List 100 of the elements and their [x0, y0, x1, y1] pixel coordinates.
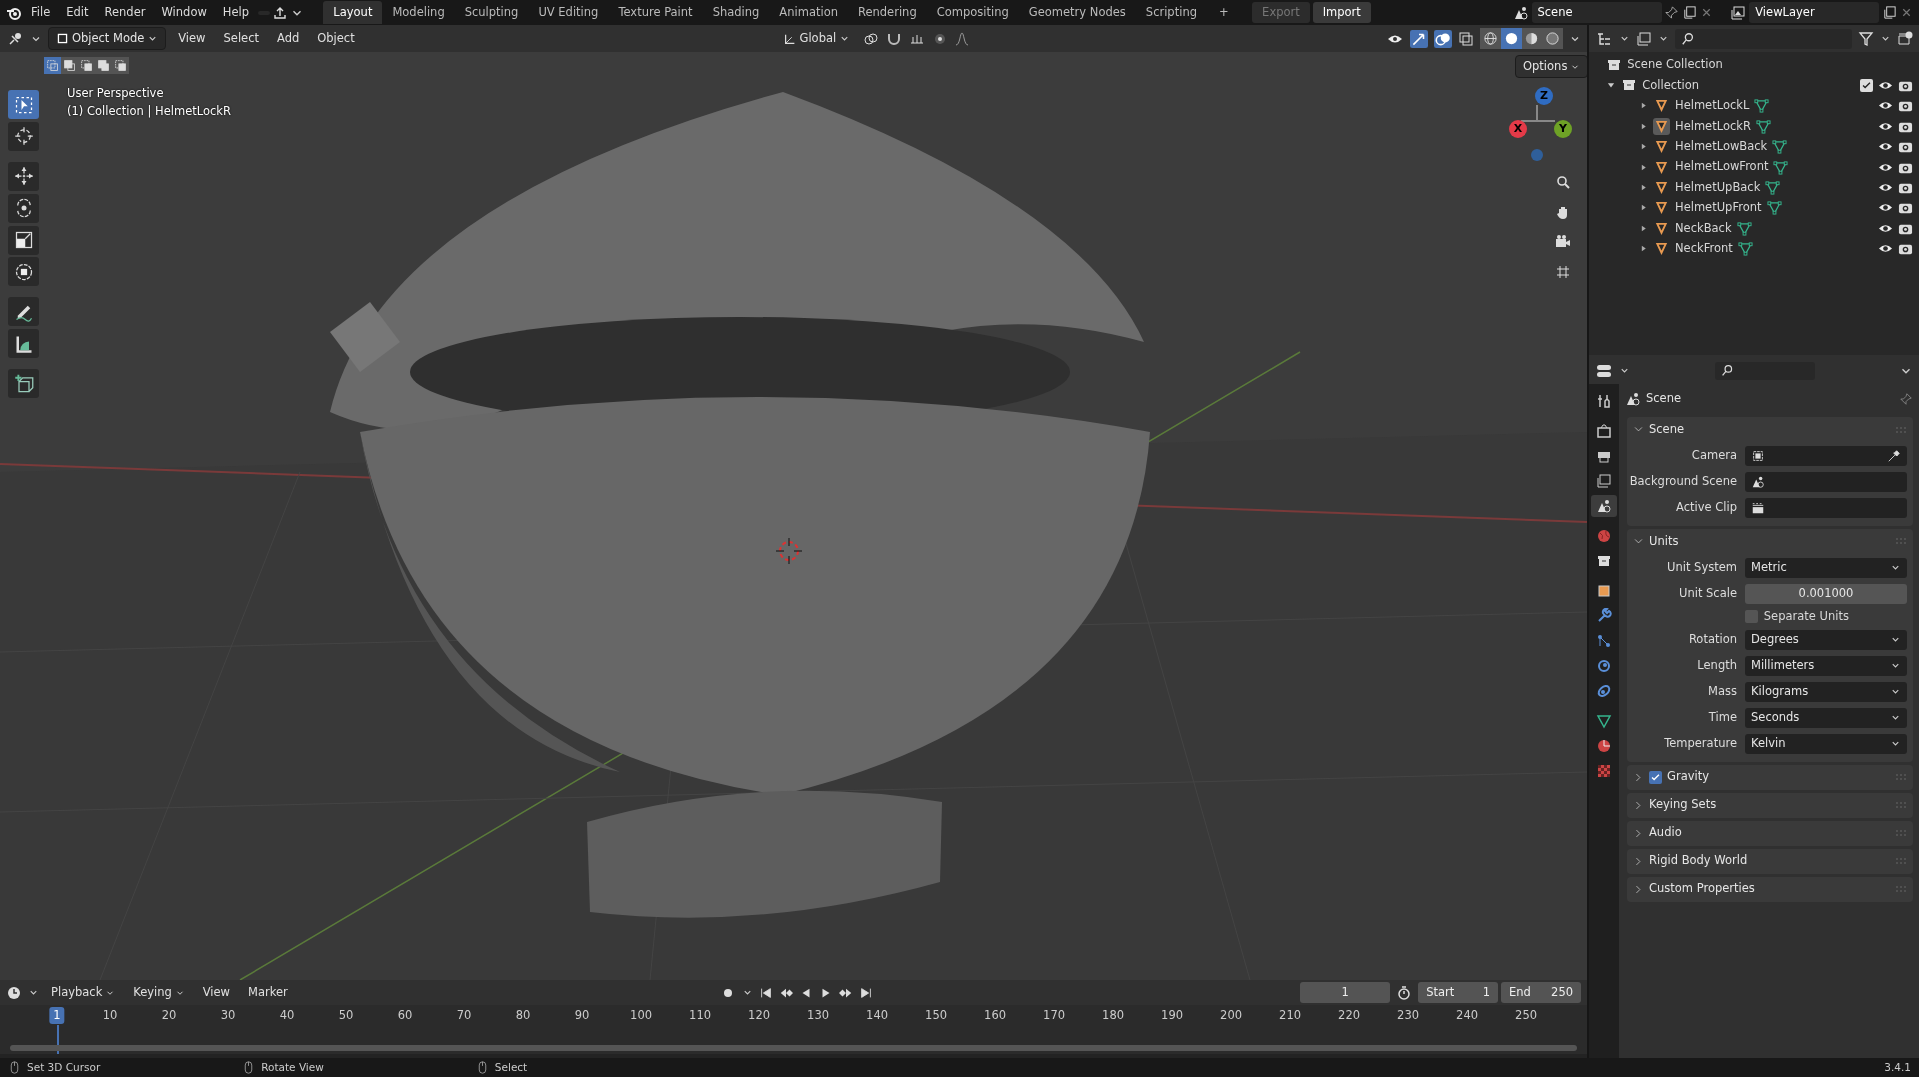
mesh-data-icon[interactable]	[1737, 241, 1753, 257]
falloff-curve-icon[interactable]	[954, 30, 971, 47]
menu-item[interactable]: File	[24, 1, 58, 24]
menu-item[interactable]: Window	[154, 1, 214, 24]
workspace-tab[interactable]: Compositing	[926, 0, 1019, 25]
menu-item[interactable]: Edit	[59, 1, 96, 24]
frame-number[interactable]: 1	[49, 1007, 65, 1025]
panel-header[interactable]: Scene	[1627, 417, 1913, 442]
current-frame-field[interactable]: 1	[1300, 981, 1391, 1004]
dropdown[interactable]: Kelvin	[1745, 733, 1907, 754]
menu-item[interactable]: View	[196, 981, 236, 1004]
checkbox[interactable]	[1860, 78, 1873, 92]
outliner-item[interactable]: HelmetLockL	[1675, 97, 1750, 115]
select-mode-button[interactable]	[44, 57, 61, 74]
jump-end-icon[interactable]	[859, 985, 874, 1000]
outliner-icon[interactable]	[1595, 30, 1613, 47]
search-field[interactable]	[1675, 28, 1852, 49]
outliner-item[interactable]: Scene Collection	[1627, 56, 1723, 74]
tool-button[interactable]	[8, 193, 39, 223]
tool-button[interactable]	[8, 369, 39, 398]
outliner-item[interactable]: HelmetLowFront	[1675, 158, 1769, 176]
select-mode-button[interactable]	[61, 57, 78, 74]
scene-icon[interactable]	[1512, 4, 1529, 21]
panel-header[interactable]: Rigid Body World	[1627, 848, 1913, 874]
file-action-button[interactable]: Import	[1312, 1, 1371, 24]
properties-tab[interactable]	[1591, 495, 1617, 517]
menu-item[interactable]: View	[172, 27, 212, 50]
select-mode-button[interactable]	[78, 57, 95, 74]
checkbox[interactable]	[1649, 770, 1662, 784]
copy-icon[interactable]	[1882, 5, 1898, 20]
orientation-dropdown[interactable]: Global	[776, 27, 857, 50]
workspace-tab[interactable]: Animation	[769, 0, 848, 25]
object-field[interactable]	[1745, 497, 1907, 518]
dropdown[interactable]: Kilograms	[1745, 681, 1907, 702]
menu-item[interactable]: Help	[215, 1, 257, 24]
mesh-data-icon[interactable]	[1773, 159, 1789, 175]
shading-button[interactable]	[1521, 28, 1543, 49]
workspace-tab[interactable]: Rendering	[848, 0, 927, 25]
new-collection-icon[interactable]	[1897, 30, 1913, 47]
scrollbar[interactable]	[10, 1045, 1577, 1051]
tool-button[interactable]	[8, 297, 39, 327]
select-mode-button[interactable]	[95, 57, 112, 74]
outliner-item[interactable]: HelmetLowBack	[1675, 138, 1768, 156]
tool-button[interactable]	[8, 329, 39, 359]
checkbox[interactable]	[1745, 610, 1758, 624]
xray-icon[interactable]	[1458, 30, 1474, 47]
scene-field[interactable]: Scene	[1531, 1, 1662, 24]
shading-button[interactable]	[1542, 28, 1563, 49]
object-field[interactable]	[1745, 445, 1907, 466]
frame-range-field[interactable]: Start 1	[1418, 981, 1499, 1004]
mode-dropdown[interactable]: Object Mode	[48, 26, 167, 51]
tool-button[interactable]	[8, 225, 39, 255]
close-icon[interactable]	[1900, 6, 1913, 19]
workspace-tab[interactable]: Scripting	[1135, 0, 1207, 25]
outliner-item[interactable]: HelmetUpBack	[1675, 178, 1761, 197]
dropdown[interactable]: Seconds	[1745, 707, 1907, 728]
pin-icon[interactable]	[1664, 5, 1680, 20]
number-field[interactable]: 0.001000	[1745, 583, 1907, 604]
dropdown[interactable]: Degrees	[1745, 629, 1907, 650]
clock-icon[interactable]	[6, 984, 22, 1001]
jump-start-icon[interactable]	[759, 985, 774, 1000]
search-field[interactable]	[1714, 361, 1815, 380]
mesh-data-icon[interactable]	[1736, 220, 1752, 236]
frame-range-field[interactable]: End 250	[1501, 981, 1581, 1004]
tool-button[interactable]	[8, 161, 39, 191]
workspace-tab[interactable]: Sculpting	[454, 0, 529, 25]
stopwatch-icon[interactable]	[1396, 984, 1413, 1001]
filter-funnel-icon[interactable]	[1858, 30, 1874, 47]
menu-item[interactable]: Keying	[127, 981, 191, 1004]
dropdown[interactable]: Metric	[1745, 557, 1907, 578]
overlay-circles-icon[interactable]	[1434, 29, 1452, 48]
pivot-icon[interactable]	[862, 30, 881, 47]
tool-button[interactable]	[8, 257, 39, 287]
select-mode-button[interactable]	[112, 57, 129, 74]
mesh-data-icon[interactable]	[1766, 200, 1782, 216]
menu-item[interactable]: Render	[97, 1, 153, 24]
expand-arrow-icon[interactable]	[1639, 244, 1648, 254]
workspace-tab[interactable]: Geometry Nodes	[1018, 0, 1136, 25]
add-workspace-button[interactable]: +	[1208, 0, 1239, 25]
mesh-data-icon[interactable]	[1755, 118, 1771, 134]
image-stack-icon[interactable]	[1730, 4, 1747, 21]
copy-icon[interactable]	[1682, 5, 1698, 20]
menu-item[interactable]: Object	[311, 27, 361, 50]
shading-button[interactable]	[1480, 28, 1501, 49]
outliner-item[interactable]: NeckFront	[1675, 239, 1733, 258]
workspace-tab[interactable]: Modeling	[382, 0, 455, 25]
outliner-item[interactable]: Collection	[1642, 76, 1855, 95]
panel-header[interactable]: Units	[1627, 528, 1913, 554]
mesh-data-icon[interactable]	[1754, 98, 1770, 114]
dropdown[interactable]: Millimeters	[1745, 655, 1907, 676]
view-layer-field[interactable]: ViewLayer	[1749, 1, 1880, 24]
menu-item[interactable]: Playback	[45, 981, 122, 1004]
panel-header[interactable]: Audio	[1627, 820, 1913, 846]
properties-icon[interactable]	[1595, 362, 1613, 379]
object-field[interactable]	[1745, 471, 1907, 492]
outliner-item[interactable]: HelmetLockR	[1675, 117, 1751, 135]
panel-header[interactable]: Gravity	[1627, 764, 1913, 790]
panel-header[interactable]: Keying Sets	[1627, 792, 1913, 818]
workspace-tab[interactable]: UV Editing	[528, 0, 609, 25]
menu-item[interactable]: Select	[217, 27, 265, 50]
